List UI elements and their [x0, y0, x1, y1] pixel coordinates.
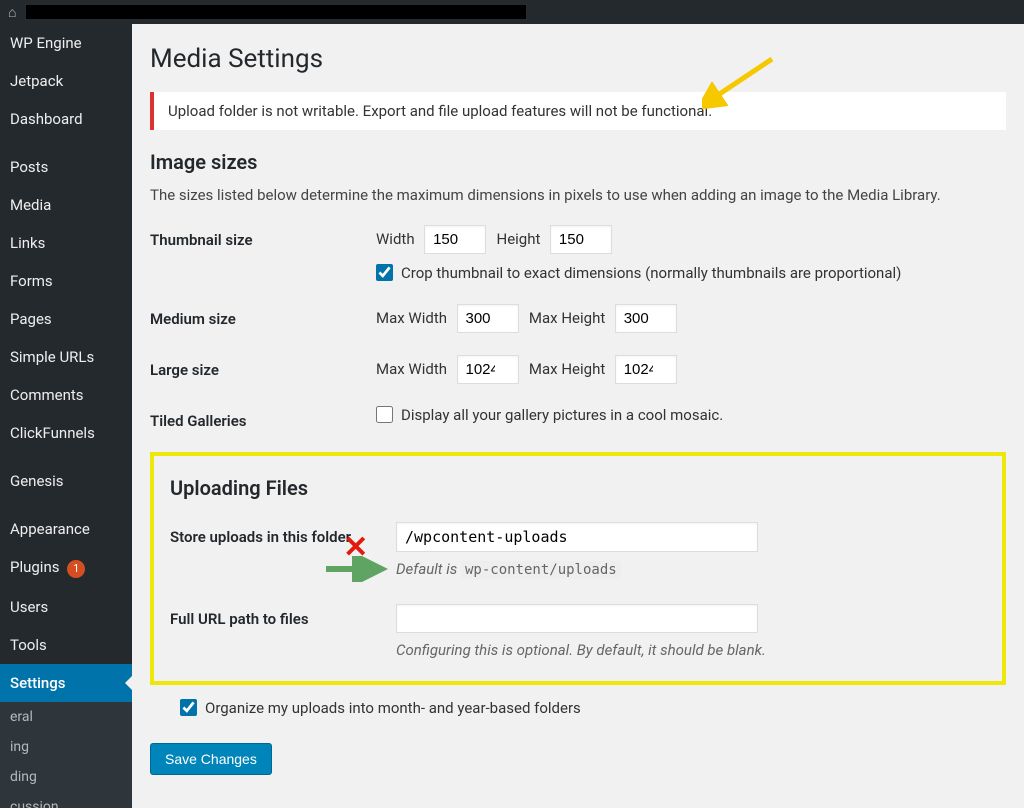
medium-label: Medium size	[150, 304, 376, 328]
sidebar-item-links[interactable]: Links	[0, 224, 132, 262]
error-notice: Upload folder is not writable. Export an…	[150, 92, 1006, 130]
organize-label: Organize my uploads into month- and year…	[205, 699, 581, 717]
uploading-heading: Uploading Files	[170, 476, 986, 500]
medium-maxw-label: Max Width	[376, 309, 447, 327]
upload-folder-input[interactable]	[396, 522, 758, 552]
sidebar-sub-general[interactable]: eral	[0, 702, 132, 732]
thumbnail-height-input[interactable]	[550, 225, 612, 254]
tiled-label: Tiled Galleries	[150, 406, 376, 430]
sidebar-item-label: Plugins	[10, 558, 59, 576]
redacted-bar	[26, 5, 526, 19]
medium-height-input[interactable]	[615, 304, 677, 333]
large-maxw-label: Max Width	[376, 360, 447, 378]
tiled-checkbox[interactable]	[376, 406, 393, 423]
sidebar-item-wpengine[interactable]: WP Engine	[0, 24, 132, 62]
medium-maxh-label: Max Height	[529, 309, 605, 327]
sidebar-item-appearance[interactable]: Appearance	[0, 510, 132, 548]
height-label: Height	[497, 230, 541, 248]
annotation-arrow-yellow	[702, 54, 782, 114]
sidebar-item-users[interactable]: Users	[0, 588, 132, 626]
sidebar-sub-reading[interactable]: ding	[0, 762, 132, 792]
sidebar-item-jetpack[interactable]: Jetpack	[0, 62, 132, 100]
image-sizes-heading: Image sizes	[150, 150, 1006, 174]
plugins-badge: 1	[67, 560, 85, 578]
sidebar-item-clickfunnels[interactable]: ClickFunnels	[0, 414, 132, 452]
sidebar-item-simple-urls[interactable]: Simple URLs	[0, 338, 132, 376]
upload-folder-hint: Default is wp-content/uploads	[396, 560, 986, 578]
tiled-check-label: Display all your gallery pictures in a c…	[401, 406, 723, 424]
sidebar-item-tools[interactable]: Tools	[0, 626, 132, 664]
sidebar-item-genesis[interactable]: Genesis	[0, 462, 132, 500]
crop-checkbox[interactable]	[376, 264, 393, 281]
save-button[interactable]: Save Changes	[150, 743, 272, 775]
hint-prefix: Default is	[396, 560, 461, 578]
sidebar-sub-writing[interactable]: ing	[0, 732, 132, 762]
large-width-input[interactable]	[457, 355, 519, 384]
width-label: Width	[376, 230, 415, 248]
large-height-input[interactable]	[615, 355, 677, 384]
uploading-highlight-box: Uploading Files Store uploads in this fo…	[150, 452, 1006, 685]
admin-sidebar: WP Engine Jetpack Dashboard Posts Media …	[0, 24, 132, 808]
organize-checkbox[interactable]	[180, 699, 197, 716]
url-path-hint: Configuring this is optional. By default…	[396, 641, 986, 659]
thumbnail-width-input[interactable]	[424, 225, 486, 254]
sidebar-item-comments[interactable]: Comments	[0, 376, 132, 414]
home-icon[interactable]: ⌂	[8, 4, 16, 21]
url-path-input[interactable]	[396, 604, 758, 633]
sidebar-item-pages[interactable]: Pages	[0, 300, 132, 338]
medium-width-input[interactable]	[457, 304, 519, 333]
sidebar-sub-discussion[interactable]: cussion	[0, 792, 132, 808]
hint-code: wp-content/uploads	[461, 561, 621, 579]
sidebar-item-settings[interactable]: Settings	[0, 664, 132, 702]
image-sizes-desc: The sizes listed below determine the max…	[150, 184, 1006, 207]
sidebar-item-plugins[interactable]: Plugins 1	[0, 548, 132, 588]
admin-topbar: ⌂	[0, 0, 1024, 24]
crop-label: Crop thumbnail to exact dimensions (norm…	[401, 264, 901, 282]
sidebar-item-posts[interactable]: Posts	[0, 148, 132, 186]
url-path-label: Full URL path to files	[170, 604, 396, 628]
page-title: Media Settings	[150, 44, 1006, 74]
sidebar-item-media[interactable]: Media	[0, 186, 132, 224]
annotation-arrow-green	[324, 556, 394, 582]
thumbnail-label: Thumbnail size	[150, 225, 376, 249]
sidebar-item-forms[interactable]: Forms	[0, 262, 132, 300]
large-label: Large size	[150, 355, 376, 379]
store-label-text: Store uploads in this folder	[170, 528, 351, 546]
large-maxh-label: Max Height	[529, 360, 605, 378]
main-content: Media Settings Upload folder is not writ…	[132, 24, 1024, 808]
sidebar-item-dashboard[interactable]: Dashboard	[0, 100, 132, 138]
